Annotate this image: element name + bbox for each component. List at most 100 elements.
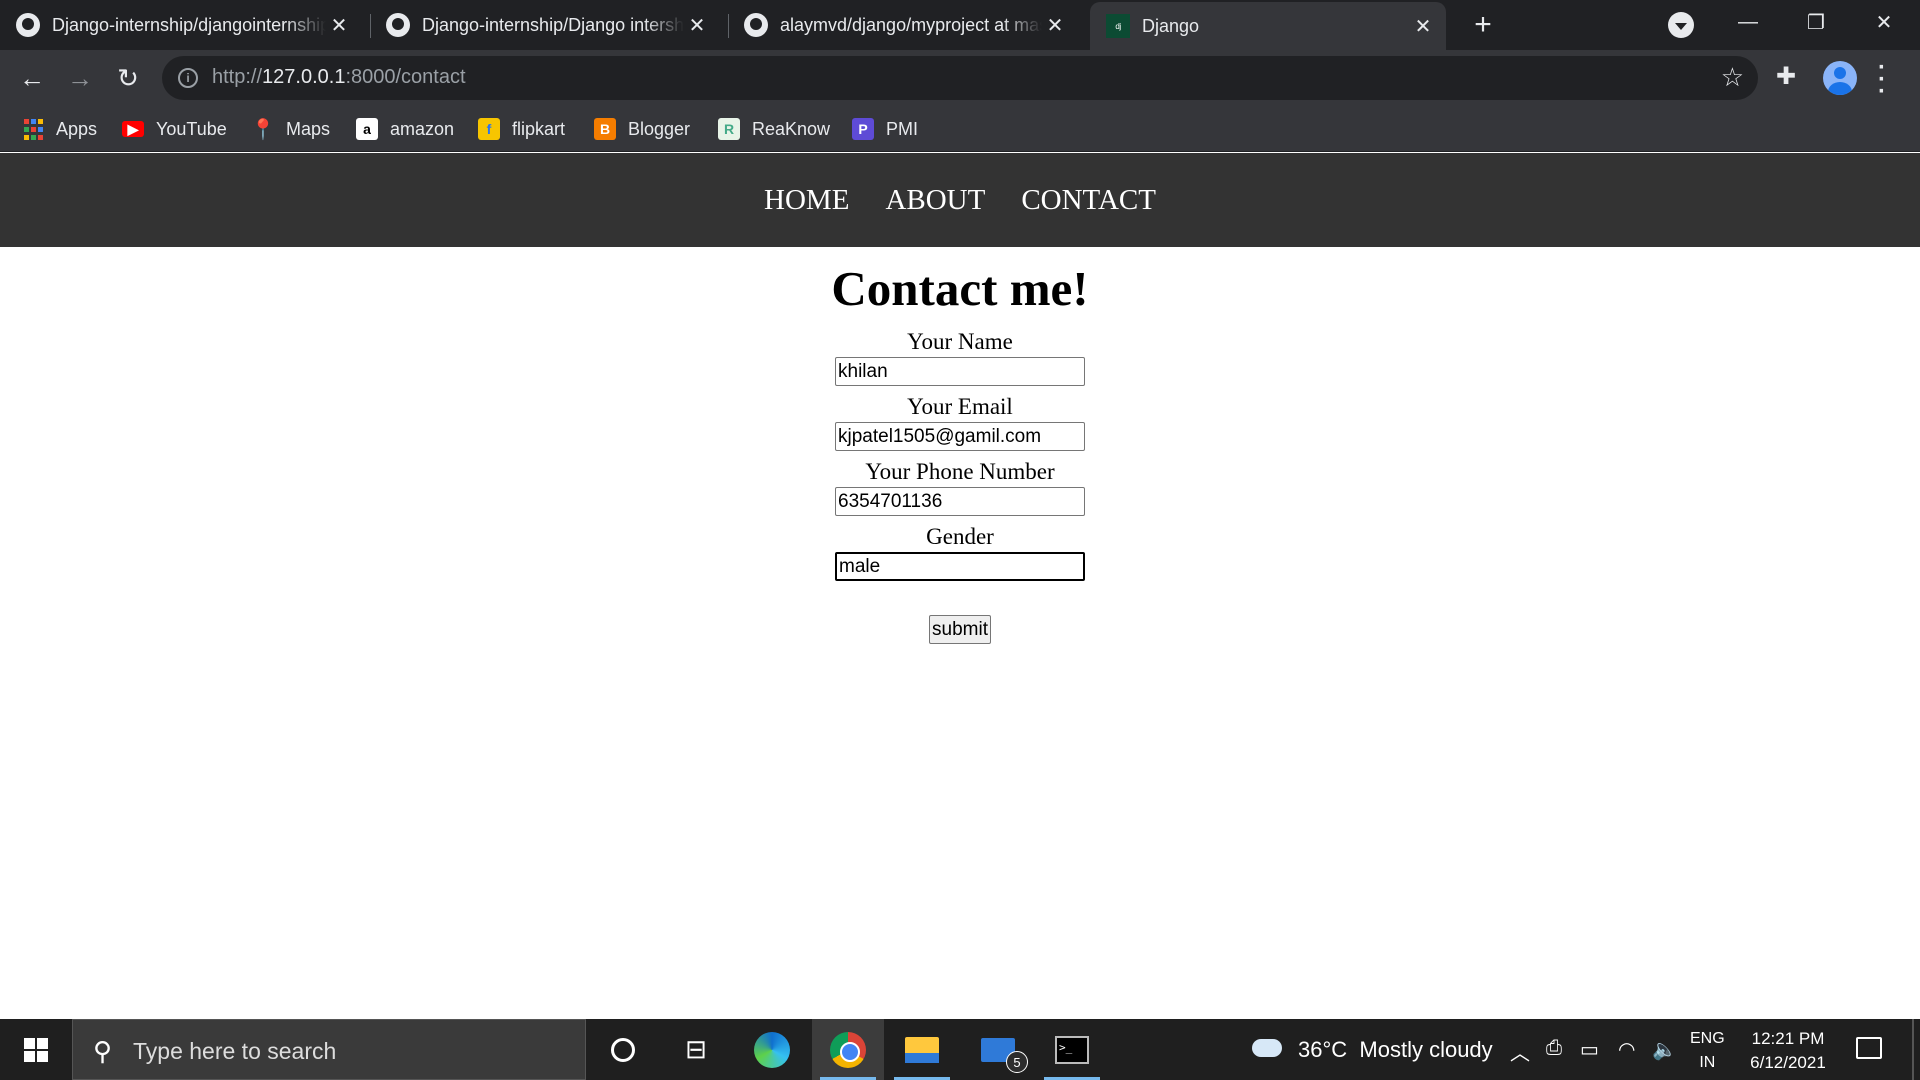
battery-icon[interactable]: ▭ <box>1580 1037 1599 1062</box>
cortana-button[interactable] <box>587 1019 659 1080</box>
flipkart-icon: f <box>478 118 500 140</box>
bookmark-apps[interactable]: Apps <box>22 116 97 142</box>
maps-icon: 📍 <box>250 118 276 141</box>
clock-date: 6/12/2021 <box>1750 1053 1826 1072</box>
github-icon <box>744 13 768 37</box>
apps-grid-icon <box>22 118 44 140</box>
gender-field-group: Gender <box>0 523 1920 581</box>
pmi-icon: P <box>852 118 874 140</box>
close-tab-icon[interactable]: ✕ <box>1042 12 1068 38</box>
close-tab-icon[interactable]: ✕ <box>684 12 710 38</box>
phone-input[interactable] <box>835 487 1085 516</box>
windows-taskbar: ⚲ Type here to search ⊟ 5 >_ 36°C Mostly… <box>0 1019 1920 1080</box>
bookmark-pmi[interactable]: P PMI <box>852 116 918 142</box>
profile-avatar-icon[interactable] <box>1823 61 1857 95</box>
clock-time: 12:21 PM <box>1751 1029 1825 1048</box>
edge-taskbar-button[interactable] <box>736 1019 808 1080</box>
reaknow-icon: R <box>718 118 740 140</box>
bookmark-maps[interactable]: 📍 Maps <box>250 116 330 142</box>
language-indicator[interactable]: ENG IN <box>1690 1027 1725 1075</box>
bookmark-youtube[interactable]: ▶ YouTube <box>122 116 227 142</box>
browser-tab[interactable]: Django-internship/Django intership ✕ <box>386 0 720 50</box>
new-tab-button[interactable]: + <box>1466 8 1500 42</box>
back-icon[interactable]: ← <box>14 60 50 96</box>
bookmark-flipkart[interactable]: f flipkart <box>478 116 565 142</box>
close-tab-icon[interactable]: ✕ <box>1410 13 1436 39</box>
mail-taskbar-button[interactable]: 5 <box>962 1019 1034 1080</box>
tab-strip: Django-internship/djangointernship ✕ Dja… <box>0 0 1920 50</box>
url-text[interactable]: http://127.0.0.1:8000/contact <box>212 66 466 89</box>
reload-icon[interactable]: ↻ <box>110 60 146 96</box>
contact-form: Your Name Your Email Your Phone Number G… <box>0 328 1920 644</box>
search-icon: ⚲ <box>93 1036 113 1066</box>
weather-cloud-icon[interactable] <box>1252 1031 1282 1057</box>
start-button[interactable] <box>0 1019 72 1080</box>
main-content: Contact me! Your Name Your Email Your Ph… <box>0 247 1920 644</box>
nav-about-link[interactable]: ABOUT <box>885 184 985 217</box>
youtube-icon: ▶ <box>122 121 144 137</box>
terminal-icon: >_ <box>1055 1035 1089 1064</box>
tab-separator <box>728 14 729 38</box>
chrome-icon <box>830 1031 866 1068</box>
meet-now-icon[interactable]: ⎙ <box>1546 1037 1562 1060</box>
more-menu-icon[interactable]: · · · <box>1878 56 1886 104</box>
bookmark-blogger[interactable]: B Blogger <box>594 116 690 142</box>
github-icon <box>16 13 40 37</box>
weather-widget[interactable]: 36°C Mostly cloudy <box>1298 1037 1493 1063</box>
volume-icon[interactable]: 🔈 <box>1652 1037 1677 1062</box>
chrome-taskbar-button[interactable] <box>812 1019 884 1080</box>
task-view-icon: ⊟ <box>685 1034 707 1064</box>
clock[interactable]: 12:21 PM 6/12/2021 <box>1740 1027 1836 1075</box>
edge-icon <box>754 1031 790 1068</box>
wifi-icon[interactable]: ◠ <box>1618 1037 1635 1062</box>
restore-icon[interactable]: ❐ <box>1784 0 1848 44</box>
email-field-group: Your Email <box>0 393 1920 451</box>
notification-icon[interactable] <box>1856 1037 1882 1059</box>
amazon-icon: a <box>356 118 378 140</box>
name-field-group: Your Name <box>0 328 1920 386</box>
submit-button[interactable]: submit <box>929 615 991 644</box>
tab-title: Django <box>1142 15 1200 36</box>
extensions-icon[interactable]: ✚ <box>1776 62 1796 91</box>
address-bar[interactable]: i http://127.0.0.1:8000/contact ☆ <box>162 56 1758 100</box>
email-input[interactable] <box>835 422 1085 451</box>
bookmark-star-icon[interactable]: ☆ <box>1721 62 1744 93</box>
browser-tab-active[interactable]: dj Django ✕ <box>1090 2 1446 50</box>
search-placeholder: Type here to search <box>133 1038 337 1064</box>
show-desktop-button[interactable] <box>1912 1019 1914 1080</box>
taskbar-search[interactable]: ⚲ Type here to search <box>72 1019 586 1080</box>
nav-home-link[interactable]: HOME <box>764 184 849 217</box>
browser-tab[interactable]: Django-internship/djangointernship ✕ <box>16 0 362 50</box>
browser-tab[interactable]: alaymvd/django/myproject at master ✕ <box>744 0 1078 50</box>
bookmarks-bar: Apps ▶ YouTube 📍 Maps a amazon f flipkar… <box>0 106 1920 152</box>
name-input[interactable] <box>835 357 1085 386</box>
file-explorer-taskbar-button[interactable] <box>886 1019 958 1080</box>
phone-label: Your Phone Number <box>865 459 1055 484</box>
close-tab-icon[interactable]: ✕ <box>326 12 352 38</box>
tab-title: Django-internship/Django intership <box>422 14 684 35</box>
tab-title: Django-internship/djangointernship <box>52 14 326 35</box>
bookmark-amazon[interactable]: a amazon <box>356 116 454 142</box>
terminal-taskbar-button[interactable]: >_ <box>1036 1019 1108 1080</box>
tray-chevron-icon[interactable]: ︿ <box>1510 1037 1530 1066</box>
minimize-icon[interactable]: — <box>1716 0 1780 44</box>
django-icon: dj <box>1106 14 1130 38</box>
email-label: Your Email <box>907 394 1013 419</box>
forward-icon[interactable]: → <box>62 60 98 96</box>
blogger-icon: B <box>594 118 616 140</box>
page-title: Contact me! <box>831 261 1089 316</box>
task-view-button[interactable]: ⊟ <box>660 1019 732 1080</box>
site-navbar: HOME ABOUT CONTACT <box>0 153 1920 247</box>
cortana-icon <box>611 1037 635 1062</box>
tab-separator <box>370 14 371 38</box>
close-window-icon[interactable]: ✕ <box>1852 0 1916 44</box>
github-icon <box>386 13 410 37</box>
bookmark-reaknow[interactable]: R ReaKnow <box>718 116 830 142</box>
file-explorer-icon <box>905 1036 939 1063</box>
tab-search-icon[interactable] <box>1668 12 1694 38</box>
gender-label: Gender <box>926 524 994 549</box>
tab-title: alaymvd/django/myproject at master <box>780 14 1042 35</box>
gender-input[interactable] <box>835 552 1085 581</box>
info-icon[interactable]: i <box>178 68 198 88</box>
nav-contact-link[interactable]: CONTACT <box>1021 184 1156 217</box>
